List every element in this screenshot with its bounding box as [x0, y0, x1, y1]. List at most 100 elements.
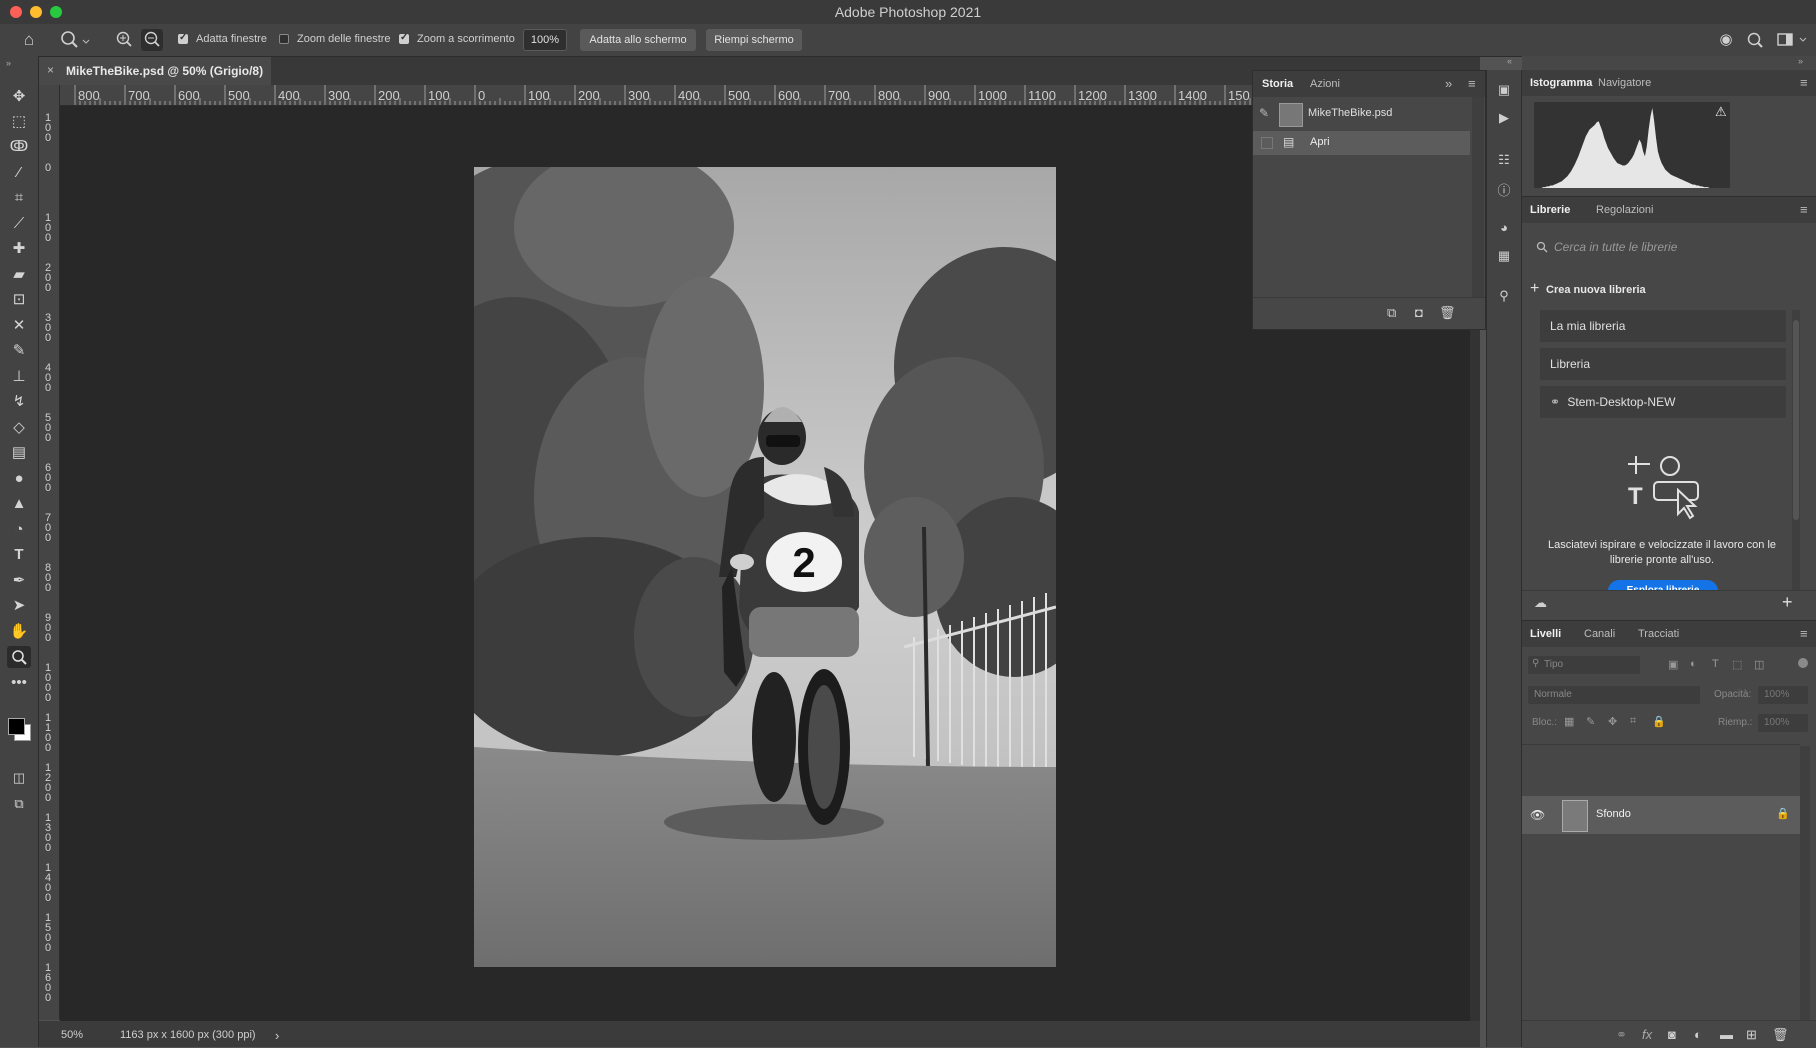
- folder-icon[interactable]: ▬: [1720, 1027, 1733, 1042]
- workspace-switcher[interactable]: [1776, 31, 1810, 49]
- collapse-dock-icon[interactable]: »: [1798, 56, 1803, 66]
- layer-row[interactable]: 👁 Sfondo 🔒: [1522, 796, 1800, 834]
- adjustment-layer-icon[interactable]: ◐: [1694, 1027, 1702, 1042]
- expand-panel-icon[interactable]: »: [1445, 76, 1452, 91]
- screen-mode-icon[interactable]: ⧉: [7, 793, 31, 815]
- path-selection-tool-icon[interactable]: ➤: [7, 595, 31, 617]
- search-button[interactable]: [1744, 29, 1766, 51]
- tab-istogramma[interactable]: Istogramma: [1530, 77, 1592, 89]
- histogram-menu-icon[interactable]: ≡: [1800, 75, 1808, 90]
- brush-tool-icon[interactable]: ✎: [7, 340, 31, 362]
- zoom-percent-field[interactable]: 100%: [523, 29, 567, 51]
- filter-shape-icon[interactable]: ⬚: [1732, 658, 1742, 671]
- add-library-element-button[interactable]: +: [1782, 592, 1793, 613]
- history-step-checkbox[interactable]: [1261, 137, 1273, 149]
- tab-azioni[interactable]: Azioni: [1310, 78, 1340, 90]
- explore-libraries-button[interactable]: Esplora librerie: [1608, 580, 1718, 590]
- lock-position-icon[interactable]: ✥: [1608, 715, 1617, 728]
- info-panel-icon[interactable]: ⓘ: [1494, 180, 1514, 199]
- frame-tool-icon[interactable]: ⊡: [7, 289, 31, 311]
- resize-windows-checkbox[interactable]: [178, 32, 188, 44]
- crop-tool-icon[interactable]: ⌗: [7, 187, 31, 209]
- marquee-tool-icon[interactable]: ⬚: [7, 111, 31, 133]
- filter-pixel-icon[interactable]: ▣: [1668, 658, 1678, 671]
- clone-stamp-tool-icon[interactable]: ⊥: [7, 366, 31, 388]
- quick-mask-icon[interactable]: ◫: [7, 767, 31, 789]
- type-tool-icon[interactable]: T: [7, 544, 31, 566]
- lock-all-icon[interactable]: 🔒: [1652, 715, 1666, 728]
- swatches-panel-icon[interactable]: ▦: [1494, 248, 1514, 264]
- gradient-tool-icon[interactable]: ▤: [7, 442, 31, 464]
- sharpen-tool-icon[interactable]: ▲: [7, 493, 31, 515]
- filter-smart-object-icon[interactable]: ◫: [1754, 658, 1764, 671]
- healing-brush-tool-icon[interactable]: ✚: [7, 238, 31, 260]
- eye-icon[interactable]: 👁: [1530, 808, 1545, 822]
- collapse-strip-icon[interactable]: «: [1507, 56, 1512, 66]
- character-panel-icon[interactable]: ⚲: [1494, 288, 1514, 304]
- new-document-from-state-icon[interactable]: ⧉: [1387, 305, 1396, 321]
- document-image[interactable]: 2: [474, 167, 1056, 967]
- color-swatches[interactable]: [8, 714, 32, 754]
- collapse-toolbar-icon[interactable]: »: [6, 58, 11, 68]
- pen-tool-icon[interactable]: ✒: [7, 570, 31, 592]
- panel-menu-icon[interactable]: ≡: [1468, 76, 1476, 91]
- zoom-in-button[interactable]: [113, 29, 135, 51]
- fit-screen-button[interactable]: Adatta allo schermo: [580, 29, 696, 51]
- color-panel-icon[interactable]: ◕: [1494, 220, 1514, 235]
- blend-mode-dropdown[interactable]: Normale: [1528, 686, 1700, 704]
- layer-filter-dropdown[interactable]: ⚲ Tipo: [1528, 656, 1640, 674]
- libraries-menu-icon[interactable]: ≡: [1800, 202, 1808, 217]
- properties-panel-icon[interactable]: ☷: [1494, 152, 1514, 168]
- lock-transparent-icon[interactable]: ▦: [1564, 715, 1574, 728]
- lock-artboard-icon[interactable]: ⌗: [1630, 715, 1636, 728]
- library-item[interactable]: Libreria: [1540, 348, 1786, 380]
- trash-icon[interactable]: 🗑: [1439, 305, 1456, 321]
- magic-wand-tool-icon[interactable]: ⁄: [7, 162, 31, 184]
- actions-panel-icon[interactable]: ▶: [1494, 110, 1514, 126]
- cloud-docs-icon[interactable]: ◉: [1716, 30, 1736, 50]
- zoom-tool-preset-picker[interactable]: [52, 28, 92, 52]
- libraries-scrollbar[interactable]: [1792, 310, 1800, 590]
- opacity-field[interactable]: 100%: [1758, 686, 1808, 704]
- tab-canali[interactable]: Canali: [1584, 628, 1615, 640]
- status-zoom[interactable]: 50%: [61, 1029, 83, 1041]
- history-brush-source-icon[interactable]: ✎: [1259, 106, 1269, 120]
- home-icon[interactable]: ⌂: [18, 30, 40, 50]
- content-aware-move-tool-icon[interactable]: ✕: [7, 315, 31, 337]
- lasso-tool-icon[interactable]: ↂ: [7, 136, 31, 158]
- library-item-shared[interactable]: ⚭ Stem-Desktop-NEW: [1540, 386, 1786, 418]
- filter-type-icon[interactable]: T: [1712, 658, 1719, 670]
- cache-warning-icon[interactable]: ⚠: [1715, 104, 1727, 120]
- tab-navigatore[interactable]: Navigatore: [1598, 77, 1651, 89]
- more-tools-icon[interactable]: •••: [7, 672, 31, 694]
- close-document-icon[interactable]: ×: [47, 63, 54, 77]
- zoom-out-button[interactable]: [141, 29, 163, 51]
- mask-icon[interactable]: ◙: [1668, 1027, 1676, 1042]
- patch-tool-icon[interactable]: ▰: [7, 264, 31, 286]
- blur-tool-icon[interactable]: ●: [7, 468, 31, 490]
- eyedropper-tool-icon[interactable]: ⟋: [7, 213, 31, 235]
- fx-icon[interactable]: fx: [1642, 1027, 1652, 1042]
- filter-adjustment-icon[interactable]: ◐: [1690, 658, 1697, 670]
- zoom-all-windows-checkbox[interactable]: [279, 34, 289, 44]
- link-layers-icon[interactable]: ⚭: [1616, 1027, 1627, 1043]
- status-menu-arrow[interactable]: ›: [275, 1028, 279, 1043]
- history-snapshot-row[interactable]: ✎ MikeTheBike.psd: [1253, 97, 1470, 131]
- tab-storia[interactable]: Storia: [1262, 78, 1293, 90]
- tab-livelli[interactable]: Livelli: [1530, 628, 1561, 640]
- document-tab[interactable]: × MikeTheBike.psd @ 50% (Grigio/8): [39, 57, 271, 85]
- history-step-row[interactable]: ▤ Apri: [1253, 131, 1470, 155]
- trash-icon[interactable]: 🗑: [1772, 1027, 1789, 1043]
- layers-scrollbar[interactable]: [1800, 746, 1810, 1020]
- lock-icon[interactable]: 🔒: [1776, 807, 1790, 820]
- lock-pixels-icon[interactable]: ✎: [1586, 715, 1595, 728]
- tab-regolazioni[interactable]: Regolazioni: [1596, 204, 1653, 216]
- camera-icon[interactable]: ◘: [1415, 305, 1423, 320]
- hand-tool-icon[interactable]: ✋: [7, 621, 31, 643]
- history-scrollbar[interactable]: [1472, 97, 1484, 297]
- eraser-tool-icon[interactable]: ◇: [7, 417, 31, 439]
- dodge-tool-icon[interactable]: ◔: [7, 519, 31, 541]
- tab-tracciati[interactable]: Tracciati: [1638, 628, 1679, 640]
- new-layer-icon[interactable]: ⊞: [1746, 1027, 1757, 1043]
- zoom-tool-icon[interactable]: [7, 646, 31, 668]
